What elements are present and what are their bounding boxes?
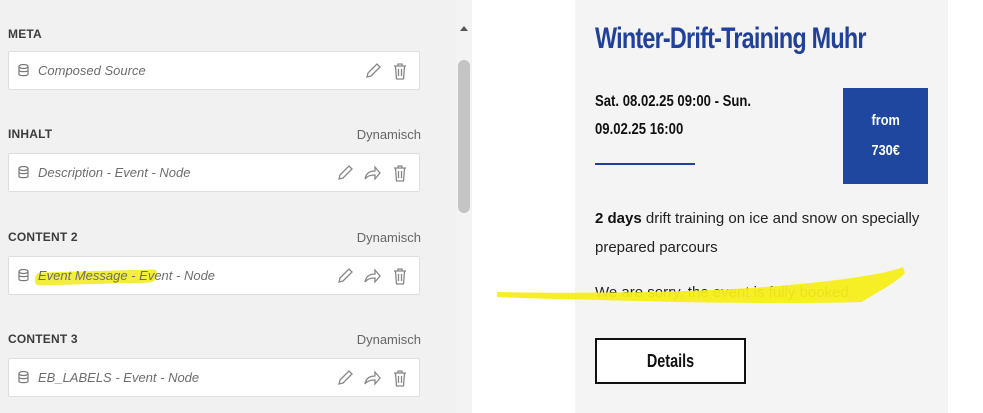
section-label-inhalt: INHALT: [8, 127, 53, 141]
trash-icon[interactable]: [390, 368, 410, 388]
event-preview-card: Winter-Drift-Training Muhr Sat. 08.02.25…: [575, 0, 948, 413]
price-from-label: from: [871, 112, 900, 129]
pencil-icon[interactable]: [363, 61, 383, 81]
trash-icon[interactable]: [390, 61, 410, 81]
fully-booked-message: We are sorry, the event is fully booked.: [595, 284, 853, 301]
database-icon: [18, 269, 29, 282]
description-text: drift training on ice and snow on specia…: [595, 210, 920, 256]
pencil-icon[interactable]: [335, 368, 355, 388]
event-dates: Sat. 08.02.25 09:00 - Sun. 09.02.25 16:0…: [595, 88, 792, 144]
scrollbar-thumb[interactable]: [458, 60, 470, 213]
field-event-message[interactable]: Event Message - Event - Node: [8, 256, 420, 295]
price-badge: from 730€: [843, 88, 928, 184]
event-title: Winter-Drift-Training Muhr: [595, 22, 866, 55]
pencil-icon[interactable]: [335, 266, 355, 286]
price-value: 730€: [871, 142, 900, 159]
dynamic-label: Dynamisch: [356, 230, 421, 245]
field-description[interactable]: Description - Event - Node: [8, 153, 420, 192]
duration-bold: 2 days: [595, 210, 642, 227]
trash-icon[interactable]: [390, 266, 410, 286]
field-source-text: Event Message - Event - Node: [38, 268, 216, 283]
section-label-content-3: CONTENT 3: [8, 332, 78, 346]
field-source-text: Description - Event - Node: [38, 165, 191, 180]
details-button[interactable]: Details: [595, 338, 746, 384]
share-arrow-icon[interactable]: [362, 266, 382, 286]
event-dates-line-1: Sat. 08.02.25 09:00 - Sun.: [595, 93, 752, 110]
field-settings-panel: META Composed Source INHALT Dynamisch De…: [0, 0, 456, 413]
share-arrow-icon[interactable]: [362, 368, 382, 388]
dynamic-label: Dynamisch: [356, 332, 421, 347]
title-divider: [595, 163, 695, 165]
event-description: 2 days drift training on ice and snow on…: [595, 204, 925, 262]
field-composed-source[interactable]: Composed Source: [8, 51, 420, 90]
field-source-text: EB_LABELS - Event - Node: [38, 370, 200, 385]
database-icon: [18, 371, 29, 384]
database-icon: [18, 166, 29, 179]
event-dates-line-2: 09.02.25 16:00: [595, 121, 684, 138]
database-icon: [18, 64, 29, 77]
field-source-text: Composed Source: [38, 63, 146, 78]
share-arrow-icon[interactable]: [362, 163, 382, 183]
section-label-content-2: CONTENT 2: [8, 230, 78, 244]
dynamic-label: Dynamisch: [356, 127, 421, 142]
field-eb-labels[interactable]: EB_LABELS - Event - Node: [8, 358, 420, 397]
pencil-icon[interactable]: [335, 163, 355, 183]
scroll-up-arrow-icon[interactable]: [460, 26, 468, 31]
panel-scrollbar[interactable]: [456, 0, 472, 413]
section-label-meta: META: [8, 27, 42, 41]
trash-icon[interactable]: [390, 163, 410, 183]
details-button-label: Details: [646, 351, 695, 371]
